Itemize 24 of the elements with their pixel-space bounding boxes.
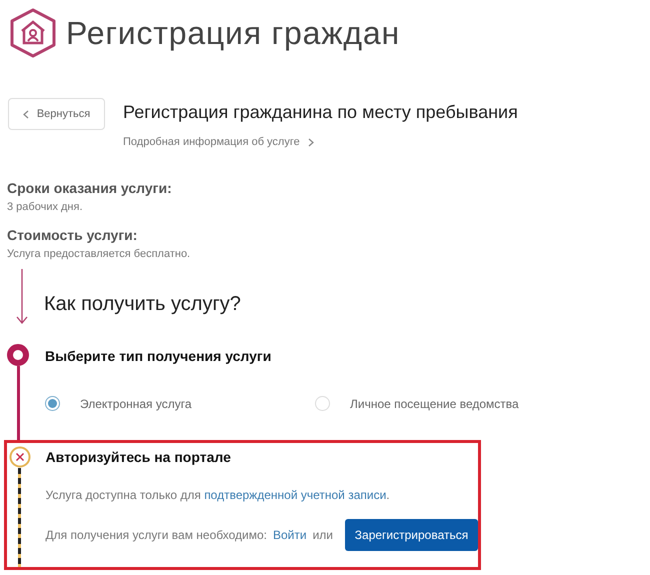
info-label: Сроки оказания услуги: xyxy=(7,178,173,198)
prompt-text: Для получения услуги вам необходимо: xyxy=(46,526,267,544)
step-title: Выберите тип получения услуги xyxy=(45,346,272,366)
house-person-logo-icon xyxy=(8,8,58,58)
chevron-right-icon xyxy=(308,138,314,147)
verified-account-link[interactable]: подтвержденной учетной записи xyxy=(204,488,386,502)
service-title: Регистрация гражданина по месту пребывания xyxy=(123,101,518,124)
page-title: Регистрация граждан xyxy=(66,17,400,49)
radio-option[interactable]: Личное посещение ведомства xyxy=(315,394,585,412)
info-value: Услуга предоставляется бесплатно. xyxy=(7,247,192,262)
login-link[interactable]: Войти xyxy=(272,526,307,544)
arrow-down-icon xyxy=(16,268,28,324)
details-link[interactable]: Подробная информация об услуге xyxy=(123,134,518,150)
info-value: 3 рабочих дня. xyxy=(7,200,84,214)
or-text: или xyxy=(312,526,333,544)
radio-option[interactable]: Электронная услуга xyxy=(45,394,315,412)
step-title: Авторизуйтесь на портале xyxy=(46,448,232,467)
info-label: Стоимость услуги: xyxy=(7,226,138,245)
register-button[interactable]: Зарегистрироваться xyxy=(345,518,478,550)
back-button[interactable]: Вернуться xyxy=(8,98,105,130)
how-title: Как получить услугу? xyxy=(44,292,241,316)
chevron-left-icon xyxy=(22,110,29,118)
error-x-icon xyxy=(8,446,31,468)
notice-text: Услуга доступна только для подтвержденной учетной записи. xyxy=(46,486,391,504)
